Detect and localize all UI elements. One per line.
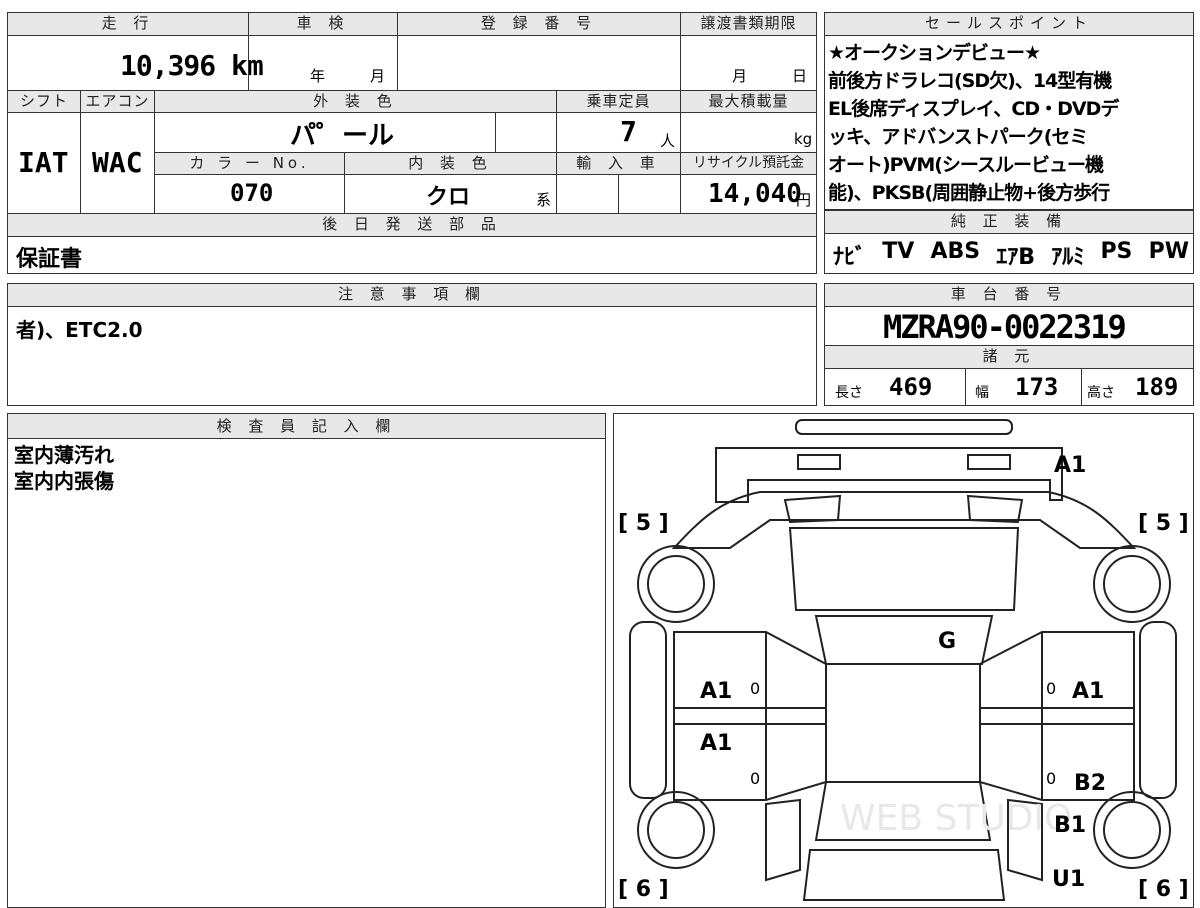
sales-point-line: EL後席ディスプレイ、CD・DVDデ [828, 98, 1119, 120]
exterior-color-header: 外 装 色 [155, 91, 556, 112]
later-parts-value: 保証書 [16, 247, 83, 272]
registration-header: 登 録 番 号 [398, 13, 680, 35]
max-load-unit: kg [794, 130, 813, 148]
length-label: 長さ [835, 385, 863, 401]
sales-point-line: ッキ、アドバンストパーク(セミ [828, 126, 1089, 148]
damage-code-windshield: G [938, 629, 956, 654]
spec-header: 諸 元 [825, 346, 1193, 368]
interior-color-header: 内 装 色 [345, 153, 556, 174]
damage-diagram: WEB STUDIO [ 5 ] [ 5 ] [ 6 ] [ 6 ] A1 G … [613, 413, 1194, 908]
capacity-header: 乗車定員 [557, 91, 680, 112]
inspection-header: 車 検 [249, 13, 397, 35]
transfer-day-unit: 日 [792, 67, 808, 85]
chassis-number: MZRA90-0022319 [883, 308, 1127, 346]
recycle-fee-unit: 円 [796, 191, 812, 209]
interior-color-value: クロ [426, 185, 471, 210]
exterior-color-value: パ゜ール [290, 121, 395, 151]
shift-header: シフト [8, 91, 80, 112]
sales-point-line: 能)、PKSB(周囲静止物+後方歩行 [828, 182, 1110, 204]
recycle-fee-value: 14,040 [708, 179, 802, 209]
inspector-note-line: 室内薄汚れ [14, 443, 114, 467]
inspector-note-line: 室内内張傷 [14, 469, 114, 493]
door-mark: 0 [750, 679, 760, 698]
width-label: 幅 [975, 385, 989, 401]
chassis-header: 車 台 番 号 [825, 284, 1193, 306]
chassis-box: 車 台 番 号 MZRA90-0022319 諸 元 長さ 469 幅 173 … [824, 283, 1194, 406]
sales-points-box: セールスポイント ★オークションデビュー★ 前後方ドラレコ(SD欠)、14型有機… [824, 12, 1194, 210]
sales-point-line: 前後方ドラレコ(SD欠)、14型有機 [828, 70, 1112, 92]
equipment-item: ABS [930, 239, 981, 264]
later-parts-header: 後 日 発 送 部 品 [8, 214, 816, 236]
damage-code-right-rear-quarter: B1 [1054, 813, 1086, 838]
ac-header: エアコン [81, 91, 154, 112]
tire-label: [ 6 ] [618, 877, 669, 902]
equipment-list: ﾅﾋﾞ TV ABS ｴｱB ｱﾙﾐ PS PW [833, 239, 1189, 271]
max-load-header: 最大積載量 [681, 91, 816, 112]
color-no-value: 070 [230, 179, 274, 207]
height-value: 189 [1135, 373, 1179, 401]
tire-label: [ 6 ] [1138, 877, 1189, 902]
inspection-year-unit: 年 [310, 67, 326, 85]
damage-code-left-front-door: A1 [700, 679, 732, 704]
length-value: 469 [889, 373, 933, 401]
equipment-item: ｴｱB [996, 245, 1036, 270]
equipment-item: ｱﾙﾐ [1051, 245, 1085, 270]
transfer-deadline-header: 譲渡書類期限 [681, 13, 816, 35]
notes-box: 注 意 事 項 欄 者)、ETC2.0 [7, 283, 817, 406]
ac-value: WAC [92, 146, 143, 179]
inspector-header: 検 査 員 記 入 欄 [8, 414, 605, 438]
shift-value: IAT [18, 146, 69, 179]
transfer-month-unit: 月 [732, 67, 748, 85]
damage-code-front-bumper: A1 [1054, 453, 1086, 478]
width-value: 173 [1015, 373, 1059, 401]
inspection-month-unit: 月 [370, 67, 386, 85]
car-outline-diagram: WEB STUDIO [ 5 ] [ 5 ] [ 6 ] [ 6 ] A1 G … [618, 419, 1189, 902]
equipment-header: 純 正 装 備 [825, 211, 1193, 233]
equipment-item: PS [1100, 239, 1133, 264]
door-mark: 0 [1046, 769, 1056, 788]
tire-label: [ 5 ] [618, 511, 669, 536]
color-no-header: カ ラ ー No. [155, 153, 344, 174]
mileage-header: 走 行 [8, 13, 248, 35]
recycle-header: リサイクル預託金 [681, 153, 816, 174]
tire-label: [ 5 ] [1138, 511, 1189, 536]
damage-code-right-rear-door: B2 [1074, 771, 1106, 796]
capacity-value: 7 [620, 115, 637, 148]
sales-point-line: オート)PVM(シースルービュー機 [828, 154, 1104, 176]
vehicle-info-table: 走 行 車 検 登 録 番 号 譲渡書類期限 10,396 km 年 月 月 日… [7, 12, 817, 274]
door-mark: 0 [750, 769, 760, 788]
door-mark: 0 [1046, 679, 1056, 698]
height-label: 高さ [1087, 385, 1115, 401]
capacity-unit: 人 [660, 132, 676, 150]
watermark-text: WEB STUDIO [840, 798, 1072, 839]
inspector-box: 検 査 員 記 入 欄 室内薄汚れ 室内内張傷 [7, 413, 606, 908]
inspector-notes: 室内薄汚れ 室内内張傷 [14, 442, 114, 494]
equipment-item: ﾅﾋﾞ [833, 245, 867, 270]
damage-code-left-rear-door: A1 [700, 731, 732, 756]
damage-code-right-rear: U1 [1052, 867, 1085, 892]
equipment-item: TV [882, 239, 915, 264]
sales-points-text: ★オークションデビュー★ 前後方ドラレコ(SD欠)、14型有機 EL後席ディスプ… [828, 39, 1119, 207]
equipment-item: PW [1148, 239, 1189, 264]
sales-point-line: ★オークションデビュー★ [828, 42, 1041, 64]
sales-points-header: セールスポイント [825, 13, 1193, 35]
notes-header: 注 意 事 項 欄 [8, 284, 816, 306]
interior-color-suffix: 系 [536, 191, 552, 209]
notes-text: 者)、ETC2.0 [16, 318, 143, 342]
mileage-value: 10,396 km [120, 49, 264, 82]
equipment-box: 純 正 装 備 ﾅﾋﾞ TV ABS ｴｱB ｱﾙﾐ PS PW [824, 210, 1194, 274]
damage-code-right-front-door: A1 [1072, 679, 1104, 704]
import-header: 輸 入 車 [557, 153, 680, 174]
